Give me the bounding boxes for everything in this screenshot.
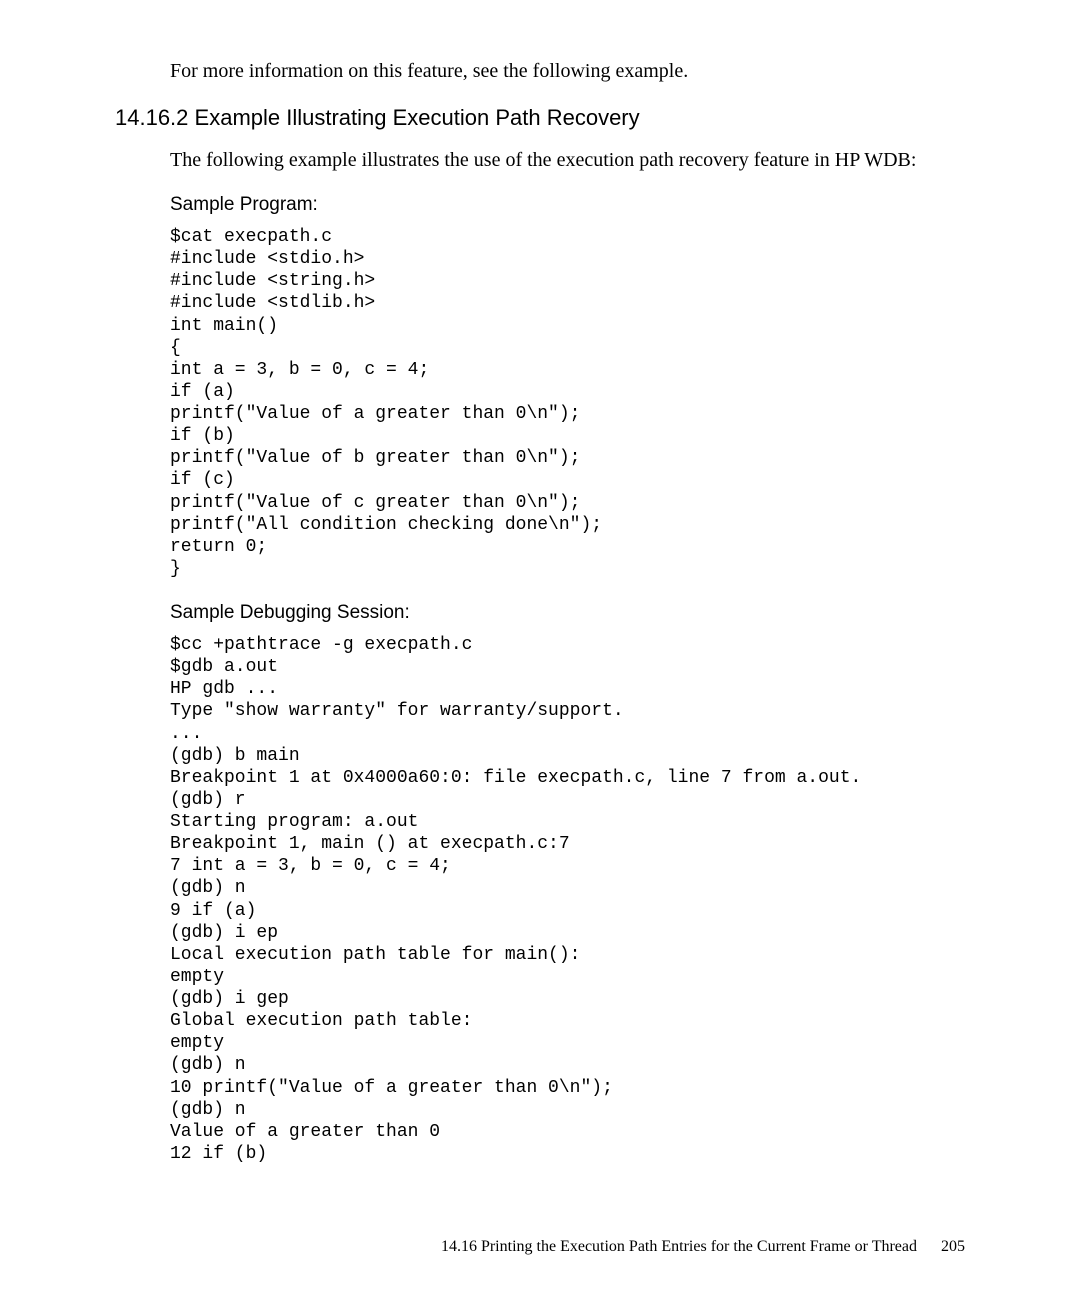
intro-text: For more information on this feature, se… xyxy=(170,60,965,83)
sample-program-heading: Sample Program: xyxy=(170,194,965,216)
sample-program-code: $cat execpath.c #include <stdio.h> #incl… xyxy=(170,226,965,580)
section-title: Example Illustrating Execution Path Reco… xyxy=(195,105,640,130)
section-number: 14.16.2 xyxy=(115,105,188,130)
footer-text: 14.16 Printing the Execution Path Entrie… xyxy=(441,1238,917,1255)
section-heading: 14.16.2 Example Illustrating Execution P… xyxy=(115,105,965,131)
sample-session-heading: Sample Debugging Session: xyxy=(170,602,965,624)
page-number: 205 xyxy=(941,1238,965,1255)
page-footer: 14.16 Printing the Execution Path Entrie… xyxy=(441,1238,965,1256)
body-text: The following example illustrates the us… xyxy=(170,147,965,174)
sample-session-code: $cc +pathtrace -g execpath.c $gdb a.out … xyxy=(170,634,965,1165)
